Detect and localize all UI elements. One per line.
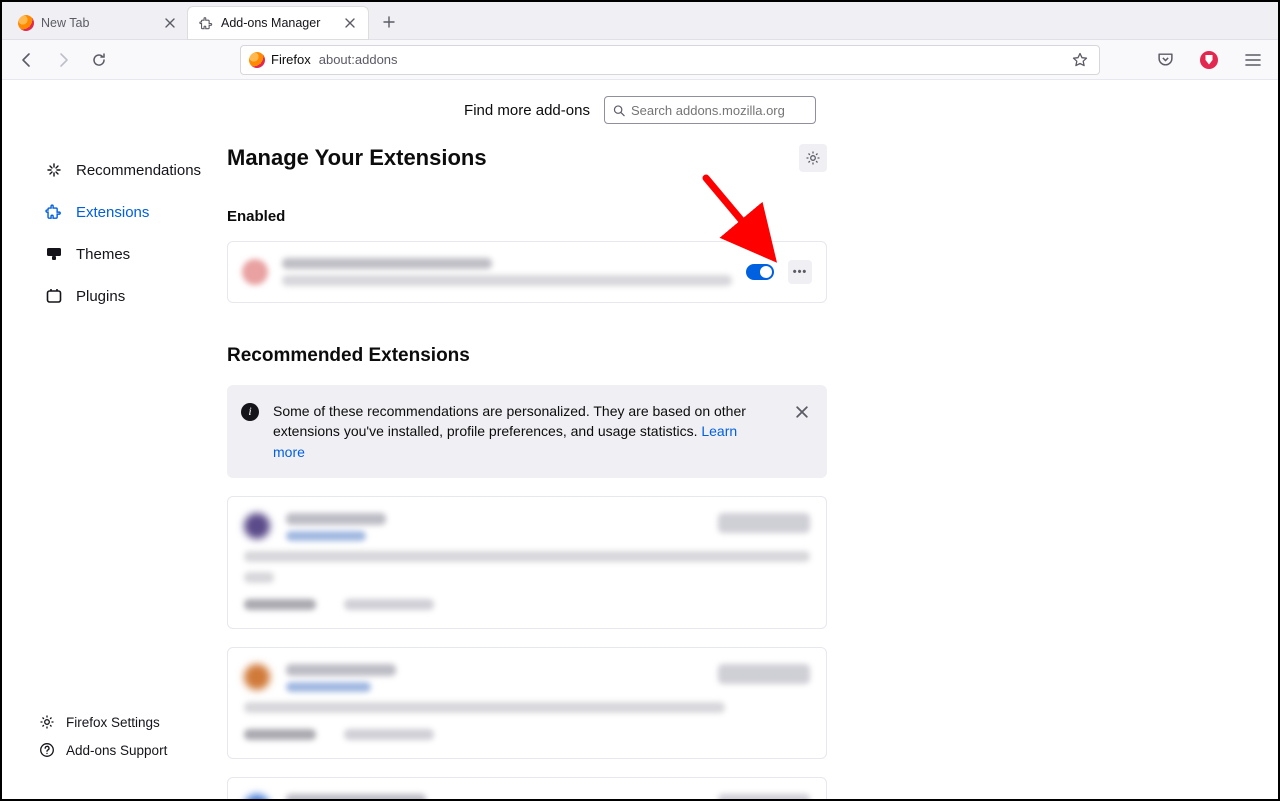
- banner-text: Some of these recommendations are person…: [273, 401, 771, 462]
- sidebar-item-label: Recommendations: [76, 162, 201, 179]
- reload-button[interactable]: [84, 45, 114, 75]
- tab-close-icon[interactable]: [162, 15, 178, 31]
- recommended-extension-card[interactable]: [227, 647, 827, 759]
- extension-toolbar-icon[interactable]: [1194, 45, 1224, 75]
- back-button[interactable]: [12, 45, 42, 75]
- addons-search-box[interactable]: [604, 96, 816, 124]
- plugin-block-icon: [44, 286, 64, 306]
- firefox-favicon-icon: [18, 15, 34, 31]
- nav-toolbar: Firefox about:addons: [2, 40, 1278, 80]
- bookmark-star-icon[interactable]: [1069, 49, 1091, 71]
- extension-text-redacted: [286, 794, 702, 799]
- pocket-icon[interactable]: [1150, 45, 1180, 75]
- extension-text-redacted: [282, 258, 732, 286]
- info-icon: i: [241, 403, 259, 421]
- extension-icon: [244, 794, 270, 799]
- tab-title: Add-ons Manager: [221, 16, 335, 30]
- addons-page: Find more add-ons Recommendations: [2, 82, 1278, 799]
- recommended-extension-card[interactable]: [227, 777, 827, 799]
- gear-icon: [38, 713, 56, 731]
- add-to-firefox-button[interactable]: [718, 794, 810, 799]
- extension-enable-toggle[interactable]: [746, 264, 774, 280]
- extension-more-button[interactable]: •••: [788, 260, 812, 284]
- tab-strip: New Tab Add-ons Manager: [2, 2, 1278, 40]
- tab-new-tab[interactable]: New Tab: [8, 7, 188, 39]
- extension-icon: [242, 259, 268, 285]
- sparkle-icon: [44, 160, 64, 180]
- tab-addons-manager[interactable]: Add-ons Manager: [188, 7, 368, 39]
- sidebar-item-themes[interactable]: Themes: [38, 236, 217, 272]
- url-bar[interactable]: Firefox about:addons: [240, 45, 1100, 75]
- page-title: Manage Your Extensions: [227, 145, 799, 171]
- main-panel: Manage Your Extensions Enabled ••: [227, 136, 837, 799]
- add-to-firefox-button[interactable]: [718, 664, 810, 684]
- recommended-extension-card[interactable]: [227, 496, 827, 629]
- puzzle-piece-icon: [44, 202, 64, 222]
- add-to-firefox-button[interactable]: [718, 513, 810, 533]
- extension-text-redacted: [286, 513, 702, 541]
- tab-title: New Tab: [41, 16, 155, 30]
- app-menu-button[interactable]: [1238, 45, 1268, 75]
- addons-search-input[interactable]: [631, 103, 807, 118]
- enabled-section-heading: Enabled: [227, 208, 827, 225]
- footer-label: Firefox Settings: [66, 715, 160, 730]
- enabled-extension-card[interactable]: •••: [227, 241, 827, 303]
- recommended-section-heading: Recommended Extensions: [227, 345, 827, 367]
- footer-label: Add-ons Support: [66, 743, 167, 758]
- sidebar-item-label: Themes: [76, 246, 130, 263]
- sidebar-item-recommendations[interactable]: Recommendations: [38, 152, 217, 188]
- url-text: about:addons: [319, 52, 398, 67]
- tab-close-icon[interactable]: [342, 15, 358, 31]
- addons-tools-button[interactable]: [799, 144, 827, 172]
- identity-box[interactable]: Firefox: [249, 52, 311, 68]
- firefox-settings-link[interactable]: Firefox Settings: [38, 713, 217, 731]
- addons-support-link[interactable]: Add-ons Support: [38, 741, 217, 759]
- find-more-label: Find more add-ons: [464, 102, 590, 119]
- banner-close-button[interactable]: [791, 401, 813, 423]
- sidebar-item-label: Plugins: [76, 288, 125, 305]
- category-sidebar: Recommendations Extensions Themes: [2, 136, 227, 799]
- paintbrush-icon: [44, 244, 64, 264]
- sidebar-item-plugins[interactable]: Plugins: [38, 278, 217, 314]
- sidebar-item-label: Extensions: [76, 204, 149, 221]
- sidebar-item-extensions[interactable]: Extensions: [38, 194, 217, 230]
- firefox-identity-icon: [249, 52, 265, 68]
- personalization-banner: i Some of these recommendations are pers…: [227, 385, 827, 478]
- extension-icon: [244, 664, 270, 690]
- puzzle-piece-icon: [198, 15, 214, 31]
- forward-button[interactable]: [48, 45, 78, 75]
- extension-text-redacted: [286, 664, 702, 692]
- new-tab-button[interactable]: [374, 7, 404, 37]
- identity-label: Firefox: [271, 52, 311, 67]
- help-icon: [38, 741, 56, 759]
- search-icon: [613, 104, 625, 117]
- extension-icon: [244, 513, 270, 539]
